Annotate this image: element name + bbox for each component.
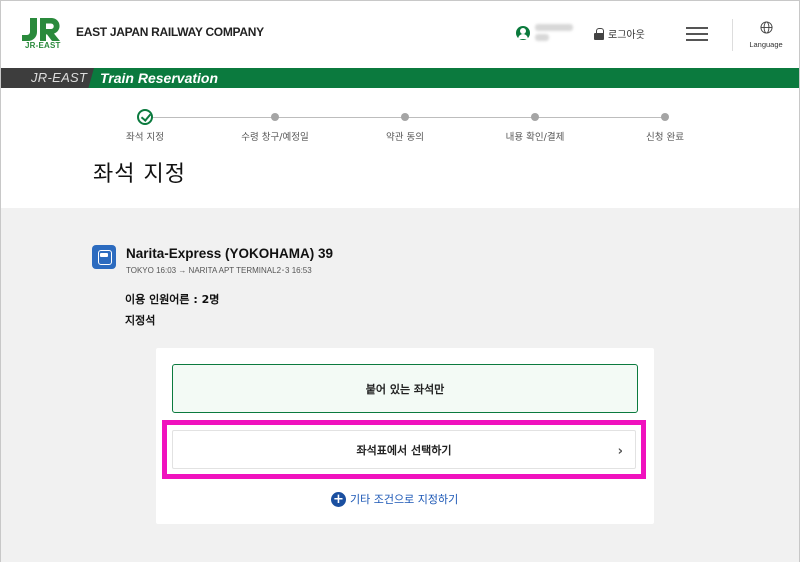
step-label: 좌석 지정 xyxy=(126,132,164,143)
passenger-count: 이용 인원어른 : 2명 xyxy=(125,293,220,306)
globe-icon xyxy=(759,21,773,34)
header-divider xyxy=(732,19,733,51)
other-conditions-link[interactable]: + 기타 조건으로 지정하기 xyxy=(331,491,458,507)
logout-button[interactable]: 로그아웃 xyxy=(594,26,645,41)
highlight-box: 좌석표에서 선택하기 › xyxy=(162,420,646,479)
train-name: Narita-Express (YOKOHAMA) 39 xyxy=(126,246,334,261)
logo-subtext: JR-EAST xyxy=(25,41,61,50)
banner-brand: JR-EAST xyxy=(31,70,88,85)
language-label: Language xyxy=(749,40,783,49)
step-dot xyxy=(661,113,669,121)
seat-type: 지정석 xyxy=(125,314,156,327)
site-header: JR-EAST EAST JAPAN RAILWAY COMPANY 로그아웃 … xyxy=(1,1,799,68)
user-icon[interactable] xyxy=(516,26,530,40)
step-label: 수령 창구/예정일 xyxy=(241,132,309,143)
progress-steps: 좌석 지정 수령 창구/예정일 약관 동의 내용 확인/결제 신청 완료 좌석 … xyxy=(1,88,799,208)
step-label: 신청 완료 xyxy=(646,132,684,143)
hamburger-menu-icon[interactable] xyxy=(686,27,708,41)
other-conditions-label: 기타 조건으로 지정하기 xyxy=(350,493,459,506)
service-banner: JR-EAST Train Reservation xyxy=(1,68,799,88)
banner-title: Train Reservation xyxy=(100,70,219,86)
logout-label: 로그아웃 xyxy=(608,30,645,41)
check-icon xyxy=(137,109,153,125)
step-dot xyxy=(531,113,539,121)
seat-option-card: 붙어 있는 좌석만 좌석표에서 선택하기 › + 기타 조건으로 지정하기 xyxy=(156,348,654,524)
user-name-blurred[interactable] xyxy=(535,21,573,49)
select-from-seatmap-button[interactable]: 좌석표에서 선택하기 › xyxy=(172,430,636,469)
language-button[interactable]: Language xyxy=(741,21,791,49)
step-label: 약관 동의 xyxy=(386,132,424,143)
chevron-right-icon: › xyxy=(617,444,623,459)
page-frame: JR-EAST EAST JAPAN RAILWAY COMPANY 로그아웃 … xyxy=(0,0,800,562)
company-name: EAST JAPAN RAILWAY COMPANY xyxy=(76,25,264,39)
train-icon xyxy=(92,245,116,269)
step-label: 내용 확인/결제 xyxy=(505,132,565,143)
page-title: 좌석 지정 xyxy=(93,162,186,187)
plus-circle-icon: + xyxy=(331,491,346,507)
banner-brand-block: JR-EAST xyxy=(1,68,94,88)
step-dot xyxy=(401,113,409,121)
main-content: Narita-Express (YOKOHAMA) 39 TOKYO 16:03… xyxy=(1,208,799,562)
lock-icon xyxy=(594,27,604,40)
step-dot xyxy=(271,113,279,121)
seatmap-button-label: 좌석표에서 선택하기 xyxy=(356,443,452,457)
adjacent-seats-button[interactable]: 붙어 있는 좌석만 xyxy=(172,364,638,413)
train-route: TOKYO 16:03 → NARITA APT TERMINAL2･3 16:… xyxy=(126,266,312,275)
